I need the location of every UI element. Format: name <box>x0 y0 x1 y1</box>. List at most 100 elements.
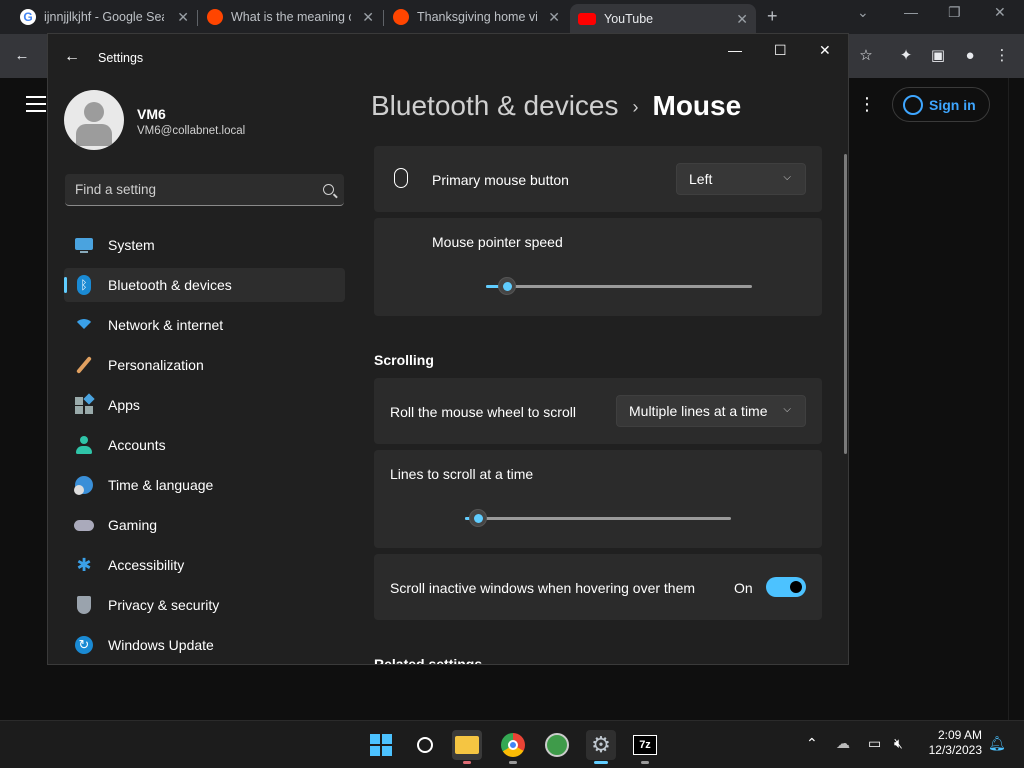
close-icon[interactable]: ✕ <box>819 42 831 59</box>
tab-title: ijnnjjlkjhf - Google Sea <box>44 10 164 24</box>
tab-search-icon[interactable]: ⌄ <box>857 4 869 21</box>
avatar[interactable] <box>64 90 124 150</box>
settings-scrollbar[interactable] <box>844 154 847 454</box>
menu-kebab-icon[interactable]: ⋮ <box>992 46 1012 66</box>
back-arrow-icon[interactable]: ← <box>64 48 80 66</box>
find-setting-search[interactable] <box>65 174 344 206</box>
sidebar-item-network[interactable]: Network & internet <box>64 308 345 342</box>
network-status-icon[interactable]: ▭ <box>868 735 881 752</box>
start-button[interactable] <box>366 730 396 760</box>
sidebar-item-gaming[interactable]: Gaming <box>64 508 345 542</box>
sidebar-item-label: Windows Update <box>108 637 214 653</box>
reddit-icon <box>207 9 223 25</box>
search-button[interactable] <box>410 730 440 760</box>
file-explorer-button[interactable] <box>452 730 482 764</box>
accessibility-icon: ✱ <box>76 555 92 575</box>
profile-icon[interactable]: ● <box>960 46 980 66</box>
hamburger-menu-icon[interactable] <box>26 96 46 112</box>
scroll-inactive-toggle[interactable] <box>766 577 806 597</box>
monitor-icon <box>74 235 94 255</box>
close-tab-icon[interactable]: ✕ <box>177 9 189 26</box>
lines-to-scroll-slider-thumb[interactable] <box>469 509 488 527</box>
related-settings-title: Related settings <box>374 656 483 665</box>
account-icon <box>903 94 923 115</box>
sidebar-item-accounts[interactable]: Accounts <box>64 428 345 462</box>
chevron-down-icon: ⌵ <box>783 404 791 415</box>
settings-nav: System ᛒ Bluetooth & devices Network & i… <box>64 228 345 664</box>
sidebar-item-label: Accounts <box>108 437 166 453</box>
sidebar-item-windows-update[interactable]: ↻ Windows Update <box>64 628 345 662</box>
mouse-icon <box>394 168 408 188</box>
youtube-more-icon[interactable]: ⋮ <box>858 94 876 115</box>
page-title: Mouse <box>652 90 742 121</box>
7zip-button[interactable]: 7z <box>630 730 660 764</box>
tab-reddit-thanksgiving[interactable]: Thanksgiving home vid ✕ <box>385 4 568 30</box>
sidebar-item-label: Privacy & security <box>108 597 220 613</box>
7zip-icon: 7z <box>633 735 657 755</box>
tab-reddit-meaning[interactable]: What is the meaning of ✕ <box>199 4 382 30</box>
settings-taskbar-button[interactable]: ⚙ <box>586 730 616 764</box>
pointer-speed-slider-thumb[interactable] <box>498 277 517 295</box>
primary-button-dropdown[interactable]: Left ⌵ <box>676 163 806 195</box>
google-icon: G <box>20 9 36 25</box>
lines-to-scroll-label: Lines to scroll at a time <box>390 466 534 482</box>
sidebar-item-accessibility[interactable]: ✱ Accessibility <box>64 548 345 582</box>
tab-google-search[interactable]: G ijnnjjlkjhf - Google Sea ✕ <box>12 4 197 30</box>
sidebar-item-time-language[interactable]: Time & language <box>64 468 345 502</box>
sign-in-button[interactable]: Sign in <box>892 87 990 122</box>
tab-youtube[interactable]: YouTube ✕ <box>570 4 756 34</box>
dropdown-value: Multiple lines at a time <box>629 403 768 419</box>
extensions-icon[interactable]: ✦ <box>896 46 916 66</box>
minimize-icon[interactable]: — <box>728 42 742 58</box>
toggle-state-label: On <box>734 580 753 596</box>
sidebar-item-bluetooth[interactable]: ᛒ Bluetooth & devices <box>64 268 345 302</box>
page-scrollbar[interactable] <box>1008 78 1024 720</box>
sidebar-item-system[interactable]: System <box>64 228 345 262</box>
scroll-inactive-label: Scroll inactive windows when hovering ov… <box>390 580 696 596</box>
volume-muted-icon[interactable]: 🔇︎ <box>894 735 903 752</box>
gamepad-icon <box>74 515 94 535</box>
close-window-icon[interactable]: ✕ <box>994 4 1006 21</box>
lines-to-scroll-slider-track[interactable] <box>465 517 731 520</box>
close-tab-icon[interactable]: ✕ <box>362 9 374 26</box>
settings-window: ← Settings — ☐ ✕ VM6 VM6@collabnet.local… <box>47 33 849 665</box>
system-clock[interactable]: 2:09 AM 12/3/2023 <box>922 728 982 758</box>
side-panel-icon[interactable]: ▣ <box>928 46 948 66</box>
brush-icon <box>74 355 94 375</box>
search-icon[interactable] <box>323 184 334 195</box>
onedrive-icon[interactable]: ☁ <box>836 735 850 752</box>
chevron-right-icon: › <box>632 97 639 118</box>
clock-time: 2:09 AM <box>937 728 982 742</box>
close-tab-icon[interactable]: ✕ <box>736 11 748 28</box>
chrome-button[interactable] <box>498 730 528 764</box>
pointer-speed-slider-track[interactable] <box>486 285 752 288</box>
back-icon[interactable]: ← <box>12 46 32 66</box>
notification-bell-icon[interactable]: 🔔︎ <box>988 735 1006 752</box>
primary-button-card: Primary mouse button Left ⌵ <box>374 146 822 212</box>
tab-title: What is the meaning of <box>231 10 351 24</box>
pointer-speed-label: Mouse pointer speed <box>432 234 563 250</box>
windows-logo-icon <box>370 734 392 756</box>
sidebar-item-apps[interactable]: Apps <box>64 388 345 422</box>
maximize-icon[interactable]: ☐ <box>774 42 787 59</box>
reddit-icon <box>393 9 409 25</box>
shield-icon <box>74 595 94 615</box>
restore-icon[interactable]: ❐ <box>948 4 961 21</box>
network-app-button[interactable] <box>542 730 572 760</box>
minimize-icon[interactable]: — <box>904 4 918 20</box>
bookmark-star-icon[interactable]: ☆ <box>856 46 876 66</box>
breadcrumb-parent[interactable]: Bluetooth & devices <box>371 90 619 121</box>
update-icon: ↻ <box>74 635 94 655</box>
globe-network-icon <box>545 733 569 757</box>
chevron-up-icon[interactable]: ⌃ <box>806 735 818 752</box>
sidebar-item-personalization[interactable]: Personalization <box>64 348 345 382</box>
sidebar-item-label: Network & internet <box>108 317 224 333</box>
search-input[interactable] <box>75 182 305 197</box>
scrolling-section-title: Scrolling <box>374 352 434 368</box>
primary-button-label: Primary mouse button <box>432 172 569 188</box>
sidebar-item-privacy[interactable]: Privacy & security <box>64 588 345 622</box>
new-tab-button[interactable]: + <box>767 6 778 27</box>
close-tab-icon[interactable]: ✕ <box>548 9 560 26</box>
roll-wheel-dropdown[interactable]: Multiple lines at a time ⌵ <box>616 395 806 427</box>
browser-tabstrip: G ijnnjjlkjhf - Google Sea ✕ What is the… <box>0 0 1024 34</box>
